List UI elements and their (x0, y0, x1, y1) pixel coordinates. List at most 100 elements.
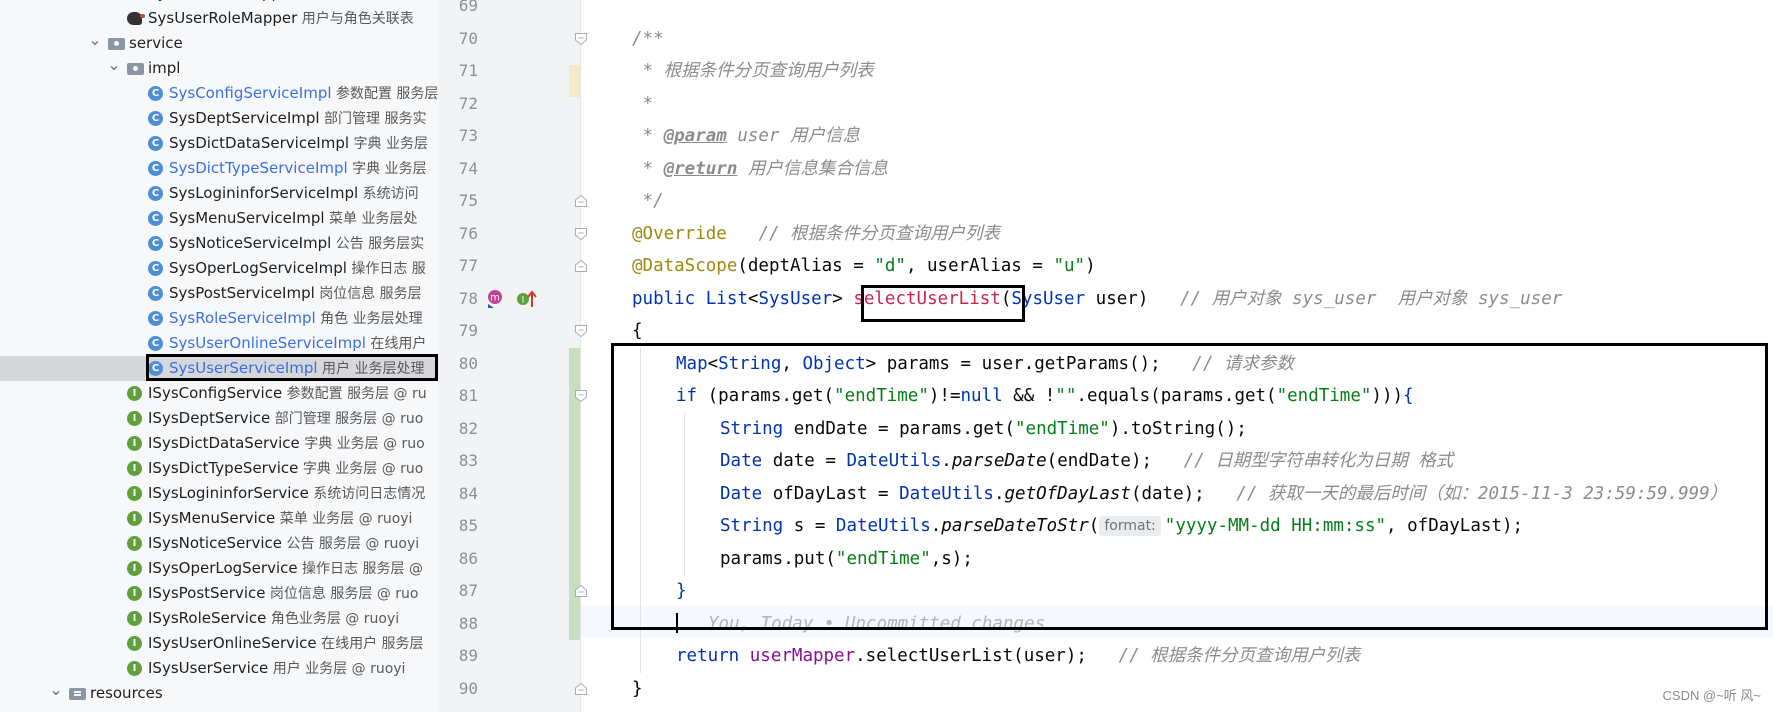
line-number: 81 (458, 386, 478, 405)
tree-item[interactable]: I ISysLogininforService 系统访问日志情况 (0, 481, 438, 506)
implemented-arrow-icon[interactable]: I (516, 289, 538, 309)
tree-item-description: 用户 业务层 @ ruoyi (268, 661, 406, 677)
tree-item[interactable]: ⌄ service (0, 30, 438, 56)
fold-marker-icon[interactable] (574, 682, 588, 696)
code-line[interactable]: /** (632, 23, 664, 55)
code-line[interactable]: * 根据条件分页查询用户列表 (632, 55, 874, 87)
tree-item-name: ISysDictTypeService (148, 459, 299, 477)
tree-item[interactable]: I ISysConfigService 参数配置 服务层 @ ru (0, 381, 438, 406)
tree-item-label: ISysRoleService 角色业务层 @ ruoyi (148, 606, 399, 632)
tree-item[interactable]: C SysMenuServiceImpl 菜单 业务层处 (0, 206, 438, 231)
tree-item[interactable]: I ISysRoleService 角色业务层 @ ruoyi (0, 606, 438, 631)
tree-item[interactable]: C SysDeptServiceImpl 部门管理 服务实 (0, 106, 438, 131)
code-line[interactable]: public List<SysUser> selectUserList(SysU… (632, 283, 1562, 315)
tree-item-label: ISysUserService 用户 业务层 @ ruoyi (148, 656, 405, 682)
code-token: "u" (1053, 256, 1086, 276)
tree-item-name: SysPostServiceImpl (169, 284, 315, 302)
fold-marker-icon[interactable] (574, 584, 588, 598)
fold-marker-icon[interactable] (574, 32, 588, 46)
tree-item-name: SysMenuServiceImpl (169, 209, 325, 227)
code-token: < (747, 288, 759, 309)
tree-item[interactable]: C SysNoticeServiceImpl 公告 服务层实 (0, 231, 438, 256)
tree-item-name: SysConfigServiceImpl (169, 84, 332, 102)
fold-marker-icon[interactable] (574, 194, 588, 208)
tree-item[interactable]: C SysLogininforServiceImpl 系统访问 (0, 181, 438, 206)
code-line[interactable]: } (632, 673, 643, 705)
line-number: 88 (458, 613, 478, 633)
interface-icon: I (127, 586, 142, 601)
tree-item-description: 在线用户 (365, 336, 427, 352)
tree-item-name: ISysLogininforService (148, 484, 309, 502)
code-token: user) (1085, 288, 1180, 309)
line-number: 74 (458, 158, 478, 178)
tree-item[interactable]: I ISysMenuService 菜单 业务层 @ ruoyi (0, 506, 438, 531)
code-line[interactable]: * @return 用户信息集合信息 (632, 153, 888, 185)
code-line[interactable]: @Override // 根据条件分页查询用户列表 (632, 218, 1000, 250)
tree-item[interactable]: ⌄ resources (0, 680, 438, 706)
tree-item-name: SysDeptServiceImpl (169, 109, 320, 127)
code-block-highlight-box (611, 343, 1768, 630)
tree-item[interactable]: SysUserRoleMapper 用户与角色关联表 (0, 6, 438, 31)
tree-item[interactable]: I ISysDeptService 部门管理 服务层 @ ruo (0, 406, 438, 431)
line-number: 89 (458, 646, 478, 665)
tree-item-name: ISysPostService (148, 584, 266, 602)
code-token: "d" (874, 256, 906, 276)
tree-item[interactable]: C SysPostServiceImpl 岗位信息 服务层 (0, 281, 438, 306)
tree-item[interactable]: C SysUserOnlineServiceImpl 在线用户 (0, 331, 438, 356)
interface-icon: I (127, 386, 142, 401)
tree-item[interactable]: I ISysDictTypeService 字典 业务层 @ ruo (0, 456, 438, 481)
code-line[interactable]: return userMapper.selectUserList(user); … (676, 640, 1360, 672)
line-number: 72 (458, 93, 478, 113)
tree-item-name: resources (90, 684, 163, 702)
code-line[interactable]: */ (632, 185, 664, 217)
tree-item-description: 岗位信息 服务层 @ ruo (265, 586, 419, 602)
chevron-down-icon[interactable]: ⌄ (49, 677, 63, 702)
tree-item-name: SysUserRoleMapper (148, 9, 298, 27)
code-token: /** (632, 28, 664, 49)
tree-item-description: 参数配置 服务层 (331, 86, 438, 102)
tree-item[interactable]: I ISysUserService 用户 业务层 @ ruoyi (0, 656, 438, 681)
tree-item-description: 字典 业务层 @ ruo (299, 436, 425, 452)
class-icon: C (148, 311, 163, 326)
tree-item-description: 系统访问 (358, 186, 419, 202)
code-token: // 根据条件分页查询用户列表 (758, 223, 1001, 244)
line-number: 87 (458, 581, 478, 600)
tree-item[interactable]: ⌄ impl (0, 55, 438, 81)
package-folder-icon (127, 63, 144, 75)
tree-item-label: SysDictTypeServiceImpl 字典 业务层 (169, 156, 427, 182)
fold-marker-icon[interactable] (574, 389, 588, 403)
code-line[interactable]: * @param user 用户信息 (632, 120, 861, 152)
code-line[interactable]: @DataScope(deptAlias = "d", userAlias = … (632, 250, 1096, 282)
fold-marker-icon[interactable] (574, 259, 588, 273)
code-token: ) (1085, 256, 1096, 276)
tree-item[interactable]: C SysOperLogServiceImpl 操作日志 服 (0, 256, 438, 281)
fold-marker-icon[interactable] (574, 227, 588, 241)
tree-item-name: ISysMenuService (148, 509, 276, 527)
tree-item[interactable]: C SysRoleServiceImpl 角色 业务层处理 (0, 306, 438, 331)
tree-item[interactable]: C SysDictDataServiceImpl 字典 业务层 (0, 131, 438, 156)
interface-icon: I (127, 561, 142, 576)
tree-item-description: 角色 业务层处理 (315, 311, 423, 327)
fold-marker-icon[interactable] (574, 324, 588, 338)
tree-item[interactable]: I ISysNoticeService 公告 服务层 @ ruoyi (0, 531, 438, 556)
method-override-icon[interactable]: m (486, 289, 508, 309)
chevron-down-icon[interactable]: ⌄ (88, 27, 102, 52)
code-token: .selectUserList(user); (855, 646, 1119, 666)
code-token: // 用户对象 sys_user 用户对象 sys_user (1179, 288, 1563, 309)
code-token: userMapper (749, 646, 856, 666)
code-line[interactable]: * (632, 88, 654, 120)
tree-item-label: ISysMenuService 菜单 业务层 @ ruoyi (148, 506, 412, 532)
tree-item[interactable]: I ISysDictDataService 字典 业务层 @ ruo (0, 431, 438, 456)
tree-item[interactable]: C SysConfigServiceImpl 参数配置 服务层 (0, 81, 438, 106)
tree-item[interactable]: I ISysPostService 岗位信息 服务层 @ ruo (0, 581, 438, 606)
tree-item[interactable]: C SysDictTypeServiceImpl 字典 业务层 (0, 156, 438, 181)
tree-item-description: 岗位信息 服务层 (314, 286, 422, 302)
tree-item[interactable]: I ISysUserOnlineService 在线用户 服务层 (0, 631, 438, 656)
code-token: } (632, 678, 643, 699)
code-token: public (632, 288, 706, 309)
tree-item[interactable]: I ISysOperLogService 操作日志 服务层 @ (0, 556, 438, 581)
tree-item-name: SysDictTypeServiceImpl (169, 159, 348, 177)
tree-item-name: ISysNoticeService (148, 534, 282, 552)
package-folder-icon (108, 38, 125, 50)
chevron-down-icon[interactable]: ⌄ (107, 52, 121, 77)
